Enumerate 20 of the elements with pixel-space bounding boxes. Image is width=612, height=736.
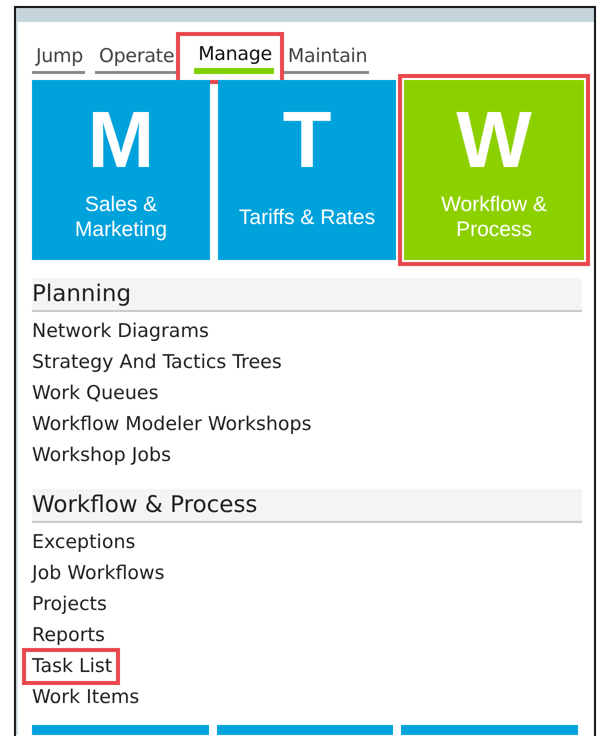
- menu-link[interactable]: Job Workflows: [32, 558, 164, 589]
- menu-link[interactable]: Strategy And Tactics Trees: [32, 347, 282, 378]
- menu-link[interactable]: Task List: [32, 651, 112, 682]
- tab[interactable]: Manage: [194, 40, 274, 74]
- menu-link[interactable]: Reports: [32, 620, 105, 651]
- menu-link[interactable]: Projects: [32, 589, 107, 620]
- section-heading: Planning: [32, 278, 582, 312]
- tab[interactable]: Operate: [95, 40, 176, 74]
- section-heading: Workflow & Process: [32, 489, 582, 523]
- tab[interactable]: Jump: [32, 40, 86, 74]
- menu-link[interactable]: Workshop Jobs: [32, 440, 171, 471]
- menu-link[interactable]: Exceptions: [32, 527, 136, 558]
- tile-edge[interactable]: [216, 725, 394, 735]
- menu-link[interactable]: Network Diagrams: [32, 316, 209, 347]
- menu-link[interactable]: Work Queues: [32, 378, 158, 409]
- tile-edge[interactable]: [401, 725, 578, 735]
- tile-edge[interactable]: [32, 725, 209, 735]
- tab[interactable]: Maintain: [284, 40, 370, 74]
- menu-link[interactable]: Workflow Modeler Workshops: [32, 409, 312, 440]
- menu-link[interactable]: Work Items: [32, 682, 140, 713]
